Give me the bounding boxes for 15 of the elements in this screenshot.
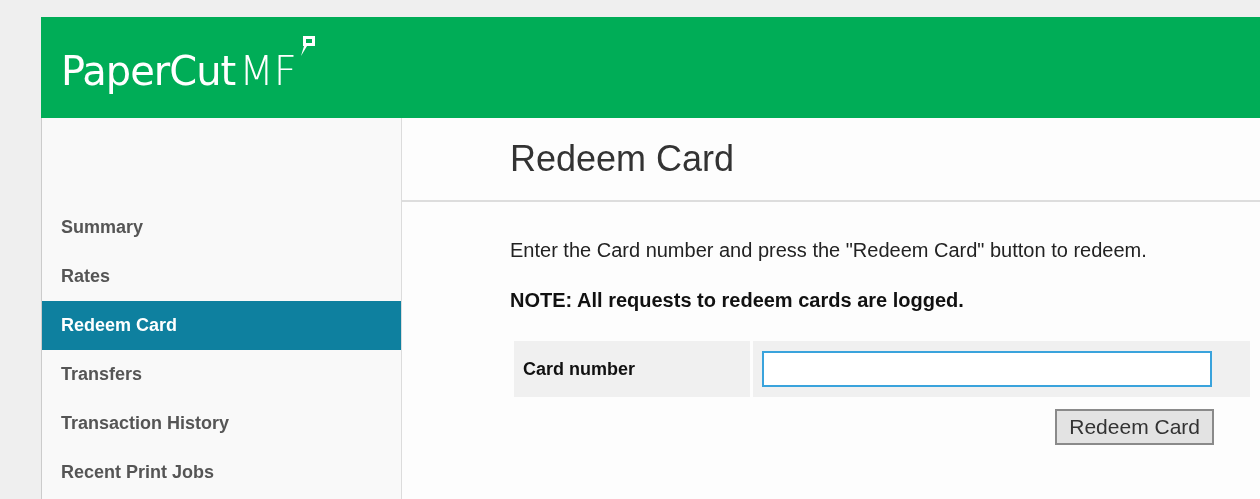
instructions-text: Enter the Card number and press the "Redeem Card" button to redeem. [510, 239, 1148, 262]
logo-mark-icon [298, 33, 317, 58]
page-title: Redeem Card [510, 138, 735, 180]
note-text: NOTE: All requests to redeem cards are logged. [510, 289, 965, 312]
sidebar-item[interactable]: Transfers [42, 350, 401, 399]
sidebar-item[interactable]: Summary [42, 203, 401, 252]
card-number-field[interactable] [762, 351, 1212, 387]
sidebar-item[interactable]: Rates [42, 252, 401, 301]
field-label: Card number [514, 341, 750, 397]
redeem-card-button[interactable]: Redeem Card [1055, 409, 1214, 445]
sidebar-item[interactable]: Redeem Card [42, 301, 401, 350]
sidebar-item[interactable]: Recent Print Jobs [42, 448, 401, 497]
logo-suffix: MF [239, 47, 297, 94]
sidebar-item[interactable]: Transaction History [42, 399, 401, 448]
logo-text: PaperCut [61, 47, 236, 94]
